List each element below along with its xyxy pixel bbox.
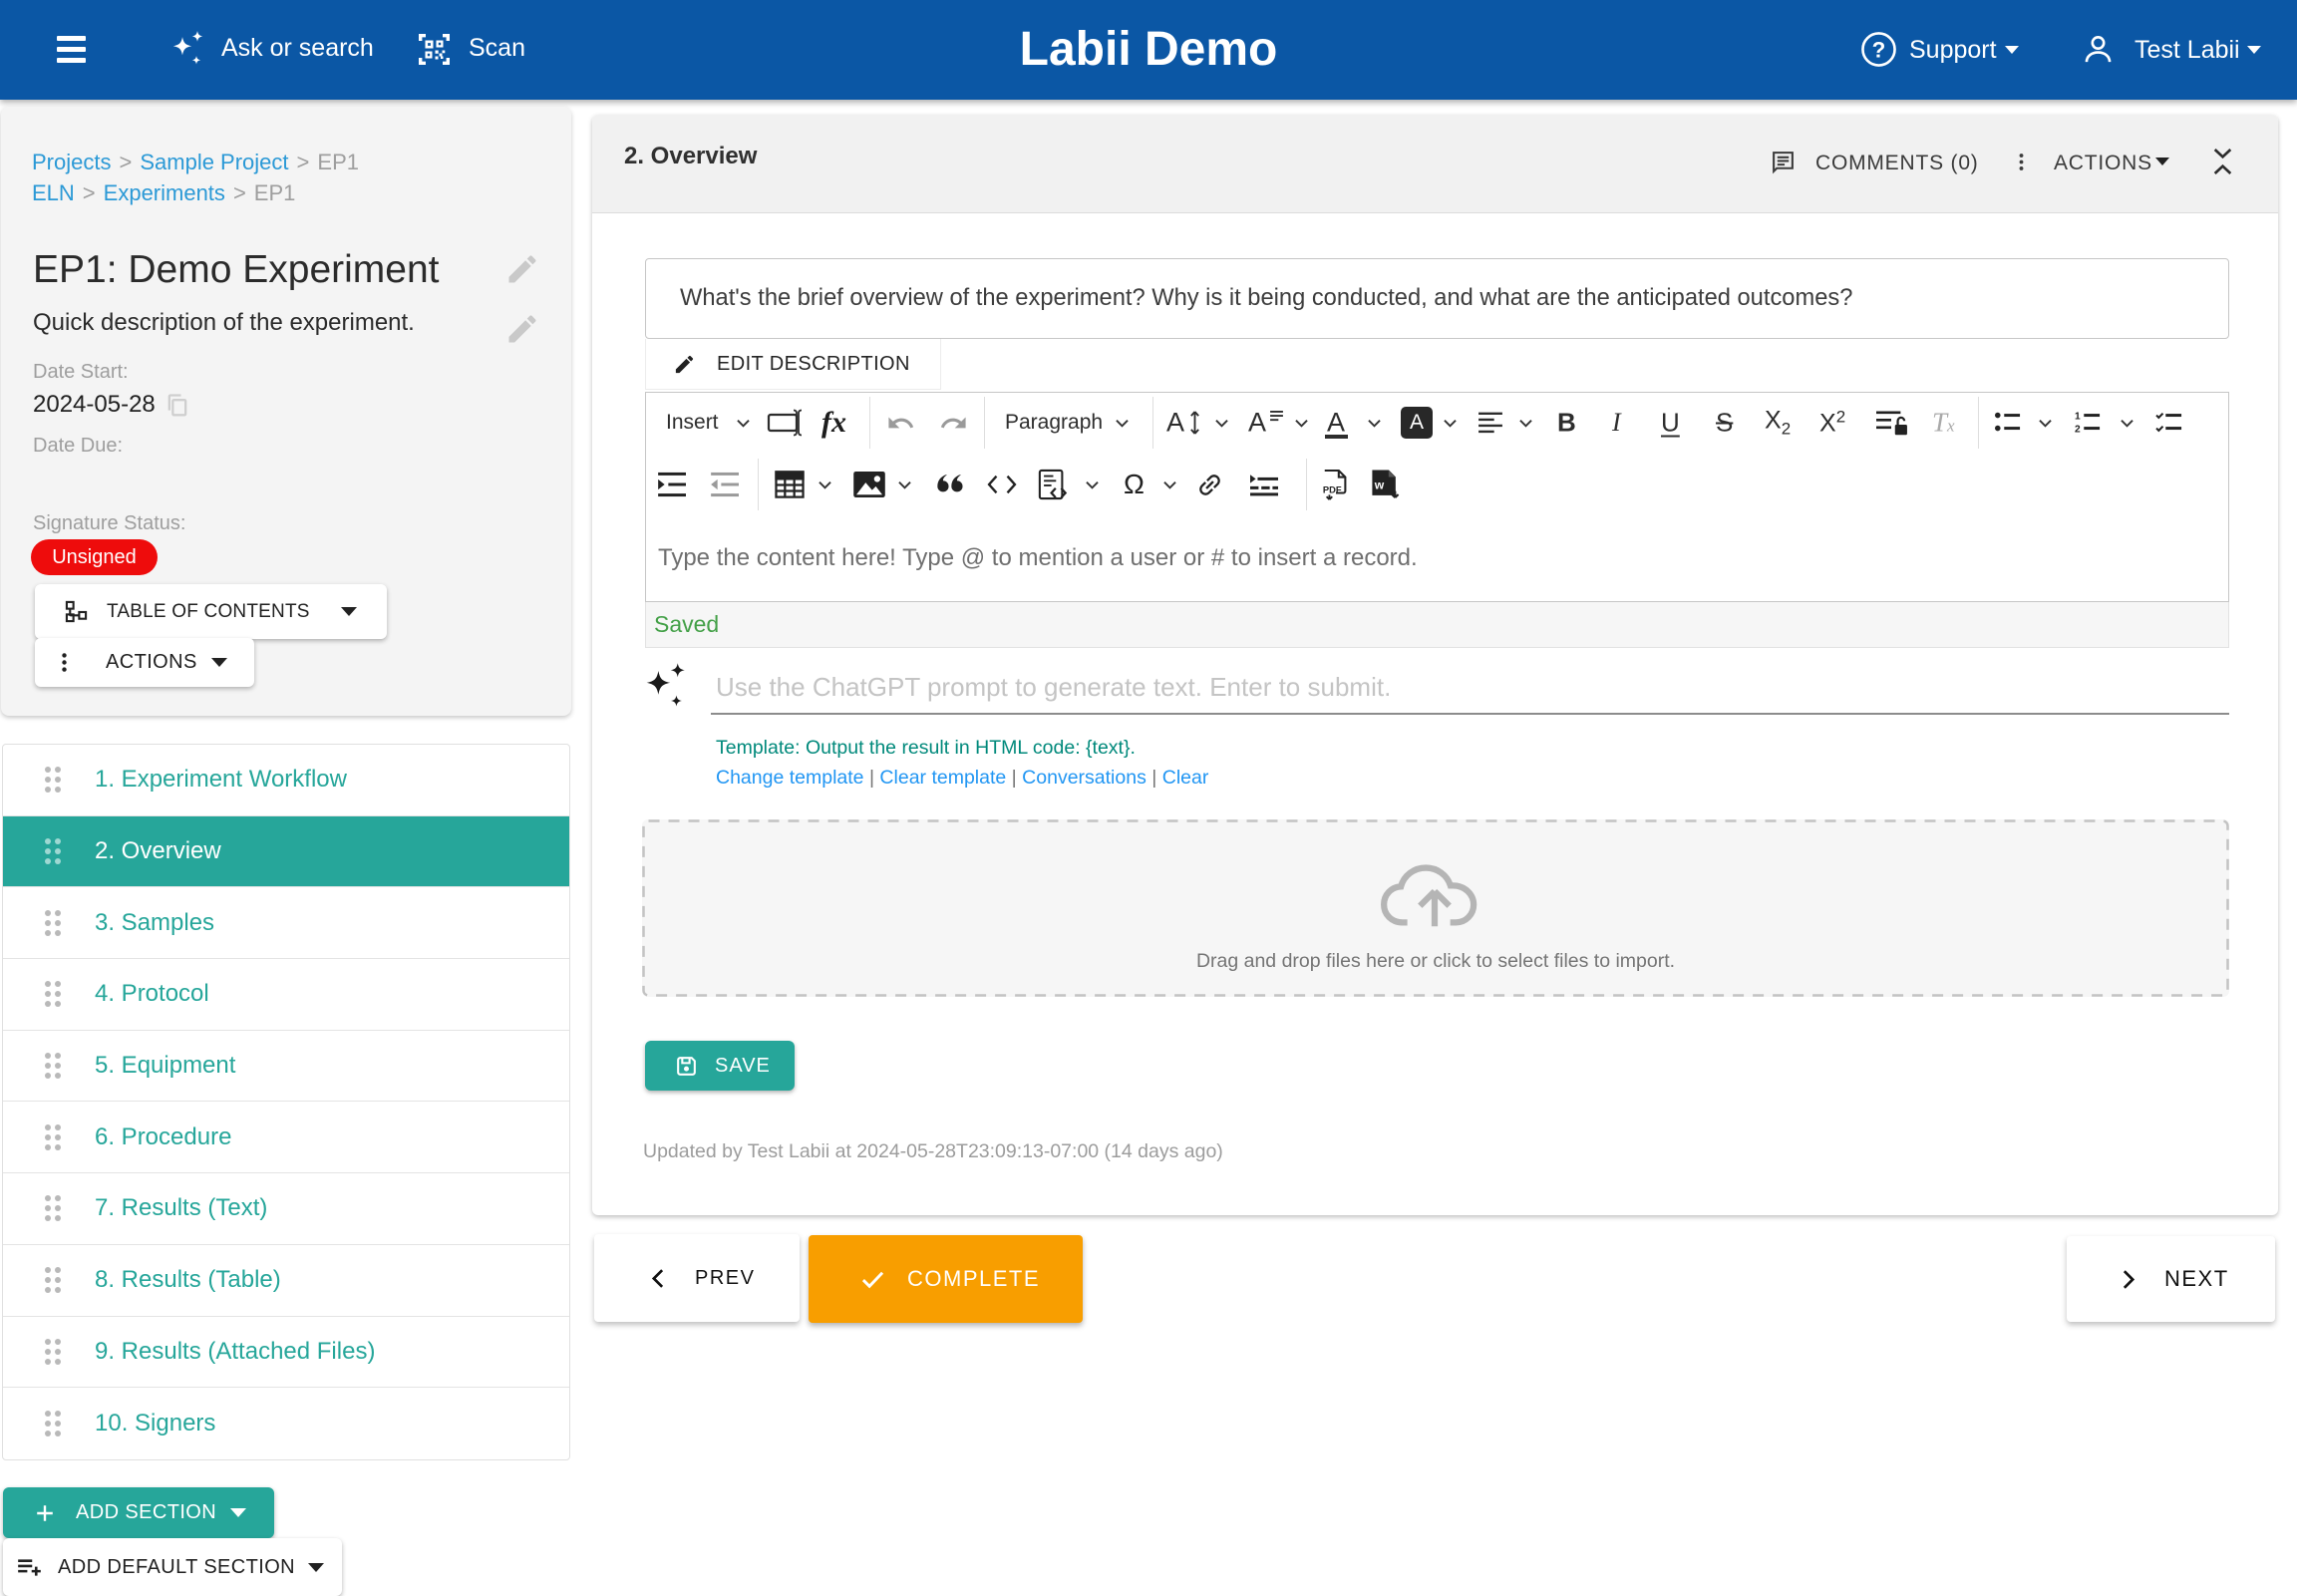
svg-text:w: w	[1374, 479, 1385, 492]
svg-text:2: 2	[2075, 424, 2081, 435]
svg-text:?: ?	[1872, 38, 1886, 63]
svg-text:1: 1	[2075, 411, 2081, 422]
svg-text:PDF: PDF	[1323, 484, 1342, 494]
